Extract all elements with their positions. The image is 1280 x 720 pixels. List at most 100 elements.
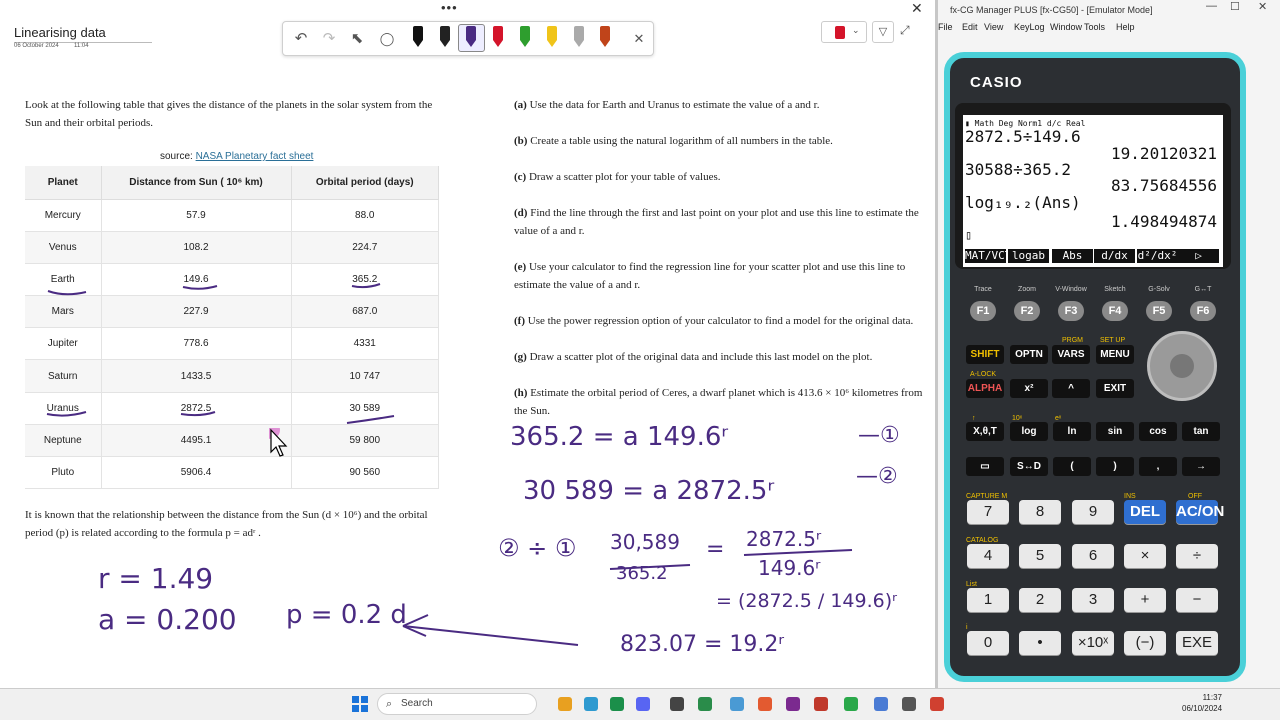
settings-icon[interactable] [902, 697, 916, 711]
key-row4-1[interactable]: S↔D [1010, 457, 1048, 476]
ink-paren: = (2872.5 / 149.6)ʳ [716, 590, 898, 612]
key-row3-3[interactable]: sin [1096, 422, 1134, 441]
key-num1-1[interactable]: 8 [1019, 500, 1061, 524]
key-row2-2[interactable]: ^ [1052, 379, 1090, 398]
key-shift-label: OFF [1188, 493, 1202, 500]
key-num1-0[interactable]: 7 [967, 500, 1009, 524]
key-row3-1[interactable]: log [1010, 422, 1048, 441]
softkey: d/dx [1094, 249, 1135, 263]
key-shift-label: i [966, 624, 968, 631]
camtasia-icon[interactable] [844, 697, 858, 711]
key-row3-0[interactable]: X,θ,T [966, 422, 1004, 441]
calc-icon[interactable] [730, 697, 744, 711]
key-menu[interactable]: MENU [1096, 345, 1134, 364]
fkey-3[interactable]: F3 [1058, 301, 1084, 321]
nextcloud-icon[interactable] [758, 697, 772, 711]
key-num1-4[interactable]: AC/ON [1176, 500, 1224, 524]
key-optn[interactable]: OPTN [1010, 345, 1048, 364]
key-num2-4[interactable]: ÷ [1176, 544, 1218, 568]
maximize-icon[interactable]: ☐ [1230, 0, 1240, 13]
key-num4-2[interactable]: ×10ˣ [1072, 631, 1114, 655]
menu-item[interactable]: Tools [1084, 22, 1105, 32]
key-num1-3[interactable]: DEL [1124, 500, 1166, 524]
ink-underline-earth-dist [182, 285, 218, 290]
key-num3-4[interactable]: − [1176, 588, 1218, 612]
minimize-icon[interactable]: — [1206, 0, 1217, 12]
screen-line-3: 30588÷365.2 [965, 160, 1071, 179]
menu-item[interactable]: View [984, 22, 1003, 32]
key-shift[interactable]: SHIFT [966, 345, 1004, 364]
key-row2-0[interactable]: ALPHA [966, 379, 1004, 398]
key-row2-3[interactable]: EXIT [1096, 379, 1134, 398]
menu-item[interactable]: Edit [962, 22, 978, 32]
ink-underline-uranus-period [346, 415, 395, 424]
key-num2-0[interactable]: 4 [967, 544, 1009, 568]
softkey: MAT/VCT [965, 249, 1012, 263]
key-shift-label: SET UP [1100, 337, 1126, 344]
menu-item[interactable]: Window [1050, 22, 1082, 32]
key-num4-3[interactable]: (−) [1124, 631, 1166, 655]
key-shift-label: 10ˣ [1012, 415, 1023, 422]
key-row4-4[interactable]: , [1139, 457, 1177, 476]
fkey-label: Zoom [1018, 286, 1036, 293]
taskbar-search[interactable]: ⌕ Search [377, 693, 537, 715]
key-num2-1[interactable]: 5 [1019, 544, 1061, 568]
key-shift-label: PRGM [1062, 337, 1083, 344]
fkey-6[interactable]: F6 [1190, 301, 1216, 321]
menu-item[interactable]: Help [1116, 22, 1135, 32]
menu-item[interactable]: File [938, 22, 953, 32]
ink-underline-earth [47, 290, 87, 296]
fkey-5[interactable]: F5 [1146, 301, 1172, 321]
key-row4-5[interactable]: → [1182, 457, 1220, 476]
key-num3-1[interactable]: 2 [1019, 588, 1061, 612]
screen-line-6: 1.498494874 [1111, 212, 1217, 231]
taskbar-clock[interactable]: 11:37 06/10/2024 [1182, 692, 1222, 714]
key-num3-2[interactable]: 3 [1072, 588, 1114, 612]
ink-mark1: —① [858, 423, 900, 448]
chrome-icon[interactable] [610, 697, 624, 711]
discord-icon[interactable] [636, 697, 650, 711]
key-num3-3[interactable]: + [1124, 588, 1166, 612]
ink-divide: ② ÷ ① [498, 534, 577, 562]
teams-icon[interactable] [874, 697, 888, 711]
key-num2-2[interactable]: 6 [1072, 544, 1114, 568]
softkey: ▷ [1178, 249, 1219, 263]
fkey-label: Sketch [1104, 286, 1126, 293]
windows-start-icon[interactable] [352, 696, 368, 712]
ink-rfrac-den: 149.6ʳ [758, 556, 821, 580]
onenote-icon[interactable] [786, 697, 800, 711]
ink-eq2: 30 589 = a 2872.5ʳ [523, 476, 775, 506]
file-explorer-icon[interactable] [558, 697, 572, 711]
key-num4-4[interactable]: EXE [1176, 631, 1218, 655]
key-num1-2[interactable]: 9 [1072, 500, 1114, 524]
key-row3-5[interactable]: tan [1182, 422, 1220, 441]
outlook-icon[interactable] [930, 697, 944, 711]
app-icon[interactable] [814, 697, 828, 711]
key-vars[interactable]: VARS [1052, 345, 1090, 364]
menu-item[interactable]: KeyLog [1014, 22, 1045, 32]
github-icon[interactable] [670, 697, 684, 711]
key-num4-1[interactable]: • [1019, 631, 1061, 655]
ink-p-model: p = 0.2 d [286, 600, 407, 630]
algebra-icon[interactable] [698, 697, 712, 711]
dpad-replay-icon[interactable] [1147, 331, 1217, 401]
key-row4-3[interactable]: ) [1096, 457, 1134, 476]
key-num4-0[interactable]: 0 [967, 631, 1009, 655]
key-row3-2[interactable]: ln [1053, 422, 1091, 441]
key-row3-4[interactable]: cos [1139, 422, 1177, 441]
key-shift-label: CAPTURE M [966, 493, 1008, 500]
ink-rfrac-num: 2872.5ʳ [746, 527, 822, 551]
fkey-4[interactable]: F4 [1102, 301, 1128, 321]
key-shift-label: ↑ [972, 415, 976, 422]
key-row2-1[interactable]: x² [1010, 379, 1048, 398]
key-row4-0[interactable]: ▭ [966, 457, 1004, 476]
edge-icon[interactable] [584, 697, 598, 711]
key-row4-2[interactable]: ( [1053, 457, 1091, 476]
fkey-2[interactable]: F2 [1014, 301, 1040, 321]
key-num2-3[interactable]: × [1124, 544, 1166, 568]
fkey-1[interactable]: F1 [970, 301, 996, 321]
close-icon[interactable]: ✕ [1258, 0, 1267, 13]
ink-frac-num: 30,589 [610, 530, 680, 554]
key-num3-0[interactable]: 1 [967, 588, 1009, 612]
casio-logo: CASIO [970, 74, 1023, 91]
